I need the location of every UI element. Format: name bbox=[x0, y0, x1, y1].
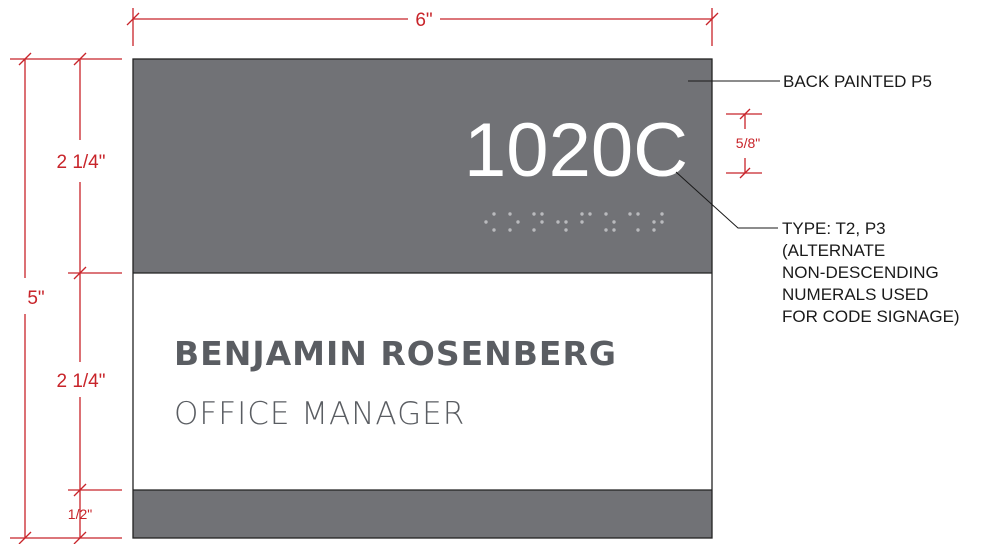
braille-dot bbox=[532, 228, 536, 232]
braille-dot bbox=[660, 220, 664, 224]
width-label: 6" bbox=[415, 10, 432, 31]
braille-dot bbox=[492, 212, 496, 216]
type-callout-line: NUMERALS USED bbox=[782, 285, 928, 304]
braille-dot bbox=[484, 220, 488, 224]
braille-dot bbox=[556, 220, 560, 224]
braille-dot bbox=[508, 212, 512, 216]
occupant-name: BENJAMIN ROSENBERG bbox=[174, 334, 617, 373]
braille-dot bbox=[564, 220, 568, 224]
braille-dot bbox=[628, 212, 632, 216]
type-callout-line: (ALTERNATE bbox=[782, 241, 885, 260]
middle-section-label: 2 1/4" bbox=[56, 371, 105, 392]
braille-dot bbox=[612, 228, 616, 232]
braille-dot bbox=[636, 228, 640, 232]
letter-height-label: 5/8" bbox=[736, 135, 760, 151]
braille-dot bbox=[652, 228, 656, 232]
middle-white-panel bbox=[133, 273, 712, 490]
type-callout: TYPE: T2, P3 (ALTERNATE NON-DESCENDING N… bbox=[782, 219, 960, 326]
height-label: 5" bbox=[27, 288, 44, 309]
braille-dot bbox=[636, 212, 640, 216]
braille-dot bbox=[652, 220, 656, 224]
braille-dot bbox=[580, 212, 584, 216]
braille-dot bbox=[532, 212, 536, 216]
type-callout-line: TYPE: T2, P3 bbox=[782, 219, 886, 238]
braille-dot bbox=[564, 228, 568, 232]
sign-panel: 1020C BENJAMIN ROSENBERG OFFICE MANAGER bbox=[132, 58, 713, 539]
braille-dot bbox=[604, 212, 608, 216]
back-painted-callout: BACK PAINTED P5 bbox=[783, 72, 932, 91]
braille-dot bbox=[540, 212, 544, 216]
bottom-section-label: 1/2" bbox=[68, 506, 92, 522]
braille-dot bbox=[540, 220, 544, 224]
braille-dot bbox=[660, 212, 664, 216]
occupant-title: OFFICE MANAGER bbox=[174, 396, 465, 432]
braille-dot bbox=[604, 228, 608, 232]
braille-dot bbox=[612, 220, 616, 224]
room-number: 1020C bbox=[464, 108, 688, 193]
braille-dot bbox=[508, 228, 512, 232]
braille-dot bbox=[580, 220, 584, 224]
type-callout-line: FOR CODE SIGNAGE) bbox=[782, 307, 960, 326]
braille-dot bbox=[492, 228, 496, 232]
braille-dot bbox=[516, 220, 520, 224]
top-section-label: 2 1/4" bbox=[56, 152, 105, 173]
sign-diagram: 1020C BENJAMIN ROSENBERG OFFICE MANAGER … bbox=[10, 8, 960, 544]
braille-dot bbox=[588, 212, 592, 216]
bottom-painted-strip bbox=[133, 490, 712, 538]
type-callout-line: NON-DESCENDING bbox=[782, 263, 939, 282]
